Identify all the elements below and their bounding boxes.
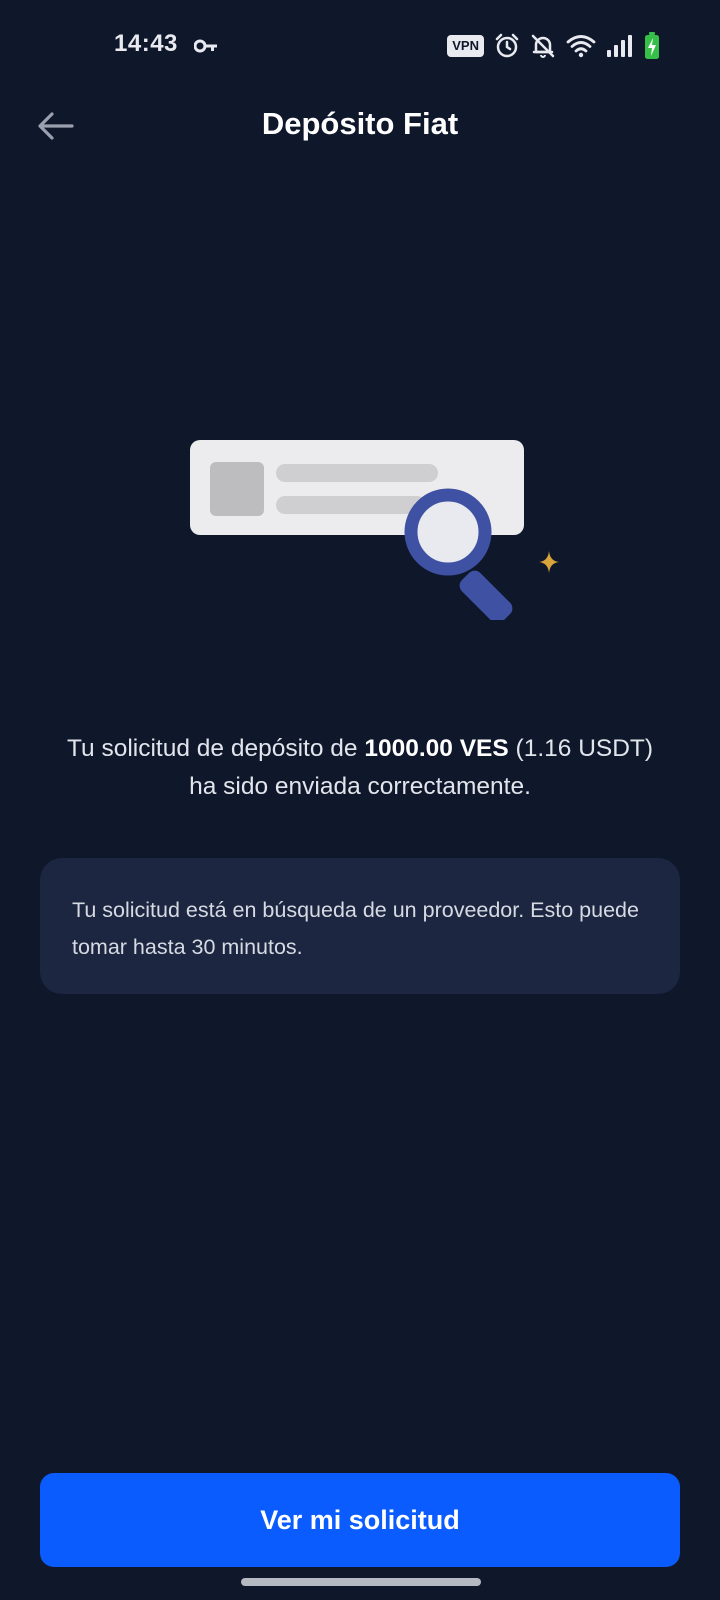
battery-charging-icon xyxy=(644,32,660,60)
message-prefix: Tu solicitud de depósito de xyxy=(66,735,365,762)
status-icons: VPN xyxy=(447,30,660,62)
alarm-icon xyxy=(494,33,520,59)
deposit-amount: 1000.00 VES xyxy=(364,735,509,762)
status-bar: 14:43 VPN xyxy=(0,0,720,92)
search-document-icon xyxy=(190,440,560,624)
page-title: Depósito Fiat xyxy=(261,106,459,141)
signal-icon xyxy=(606,34,634,58)
info-card: Tu solicitud está en búsqueda de un prov… xyxy=(40,858,680,994)
wifi-icon xyxy=(566,34,596,58)
deposit-confirmation-screen: 14:43 VPN Depósito Fiat Tu solicitud de … xyxy=(0,0,720,1600)
info-text: Tu solicitud está en búsqueda de un prov… xyxy=(72,898,639,959)
vpn-icon: VPN xyxy=(447,35,484,57)
status-time: 14:43 xyxy=(114,30,178,57)
home-indicator[interactable] xyxy=(241,1578,481,1586)
key-icon xyxy=(193,36,218,56)
confirmation-message: Tu solicitud de depósito de 1000.00 VES … xyxy=(50,730,670,806)
view-request-button[interactable]: Ver mi solicitud xyxy=(40,1473,680,1567)
bell-off-icon xyxy=(530,33,556,59)
